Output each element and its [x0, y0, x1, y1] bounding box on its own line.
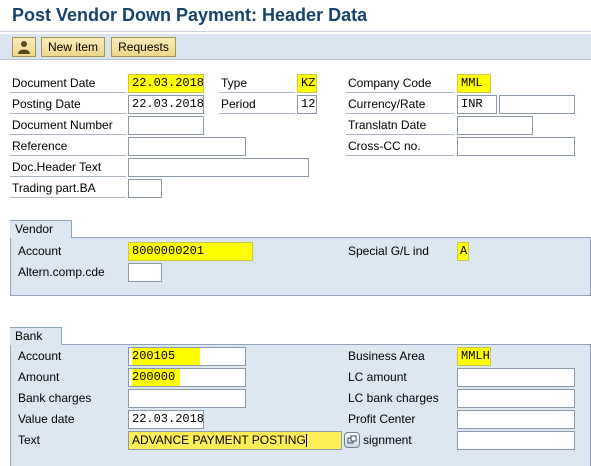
- lc-amount-label: LC amount: [348, 370, 407, 384]
- document-date-field[interactable]: 22.03.2018: [128, 74, 204, 93]
- bank-account-field[interactable]: 200105: [128, 347, 246, 366]
- trading-part-field[interactable]: [128, 179, 162, 198]
- amount-label: Amount: [18, 370, 60, 384]
- company-code-field[interactable]: MML: [457, 74, 491, 93]
- document-number-label: Document Number: [10, 116, 126, 135]
- requests-button[interactable]: Requests: [111, 37, 176, 57]
- reference-field[interactable]: [128, 137, 246, 156]
- doc-header-text-label: Doc.Header Text: [10, 158, 126, 177]
- bank-group-title: Bank: [10, 327, 62, 345]
- profit-center-field[interactable]: [457, 410, 575, 429]
- lc-bank-charges-label: LC bank charges: [348, 391, 439, 405]
- lc-amount-field[interactable]: [457, 368, 575, 387]
- bank-account-label: Account: [18, 349, 62, 363]
- type-label: Type: [219, 74, 295, 93]
- altern-comp-label: Altern.comp.cde: [18, 265, 105, 279]
- altern-comp-field[interactable]: [128, 263, 162, 282]
- value-date-label: Value date: [18, 412, 75, 426]
- person-icon: [18, 41, 30, 54]
- title-bar: Post Vendor Down Payment: Header Data: [0, 0, 591, 32]
- lc-bank-charges-field[interactable]: [457, 389, 575, 408]
- assignment-label: signment: [363, 433, 412, 447]
- translatn-date-field[interactable]: [457, 116, 533, 135]
- currency-rate-label: Currency/Rate: [346, 95, 454, 114]
- cross-cc-label: Cross-CC no.: [346, 137, 454, 156]
- bank-account-value: 200105: [132, 348, 200, 365]
- text-label: Text: [18, 433, 41, 447]
- bank-charges-field[interactable]: [128, 389, 246, 408]
- document-date-label: Document Date: [10, 74, 126, 93]
- currency-field[interactable]: INR: [457, 95, 497, 114]
- document-number-field[interactable]: [128, 116, 204, 135]
- bank-charges-label: Bank charges: [18, 391, 92, 405]
- cross-cc-field[interactable]: [457, 137, 575, 156]
- vendor-group-title: Vendor: [10, 220, 72, 238]
- value-date-field[interactable]: 22.03.2018: [128, 410, 204, 429]
- application-toolbar: New item Requests: [0, 34, 591, 60]
- special-gl-field[interactable]: A: [457, 242, 469, 261]
- page-title: Post Vendor Down Payment: Header Data: [12, 5, 368, 25]
- person-button[interactable]: [12, 37, 36, 57]
- doc-header-text-field[interactable]: [128, 158, 309, 177]
- assignment-field[interactable]: [457, 431, 575, 450]
- company-code-label: Company Code: [346, 74, 454, 93]
- vendor-account-field[interactable]: 8000000201: [128, 242, 253, 261]
- business-area-field[interactable]: MMLH: [457, 347, 491, 366]
- business-area-label: Business Area: [348, 349, 425, 363]
- period-field[interactable]: 12: [297, 95, 317, 114]
- new-item-button[interactable]: New item: [41, 37, 105, 57]
- period-label: Period: [219, 95, 295, 114]
- rate-field[interactable]: [499, 95, 575, 114]
- vendor-account-label: Account: [18, 244, 62, 258]
- posting-date-field[interactable]: 22.03.2018: [128, 95, 204, 114]
- trading-part-label: Trading part.BA: [10, 179, 126, 198]
- profit-center-label: Profit Center: [348, 412, 416, 426]
- expand-icon: [347, 435, 357, 444]
- type-field[interactable]: KZ: [297, 74, 317, 93]
- amount-field[interactable]: 200000: [128, 368, 246, 387]
- amount-value: 200000: [132, 369, 180, 386]
- expand-text-button[interactable]: [344, 432, 360, 448]
- text-value: ADVANCE PAYMENT POSTING: [132, 433, 306, 447]
- reference-label: Reference: [10, 137, 126, 156]
- text-cursor: [305, 434, 307, 448]
- translatn-date-label: Translatn Date: [346, 116, 454, 135]
- special-gl-label: Special G/L ind: [348, 244, 429, 258]
- posting-date-label: Posting Date: [10, 95, 126, 114]
- text-field[interactable]: ADVANCE PAYMENT POSTING: [128, 431, 342, 450]
